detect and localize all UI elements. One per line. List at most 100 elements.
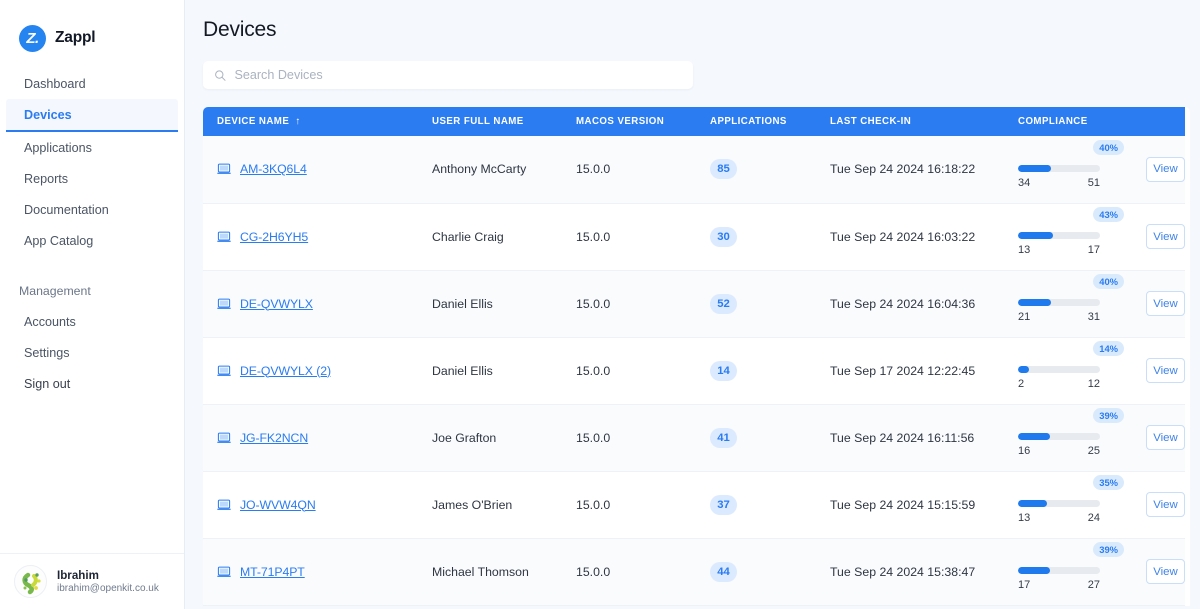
compliance-progress-track [1018,500,1100,507]
column-header-compliance[interactable]: COMPLIANCE [1004,107,1132,136]
user-profile[interactable]: Ibrahim ibrahim@openkit.co.uk [0,553,184,609]
table-row[interactable]: AM-3KQ6L4Anthony McCarty15.0.085Tue Sep … [203,136,1185,203]
applications-badge: 44 [710,562,737,582]
cell-last-check-in: Tue Sep 24 2024 16:03:22 [816,203,1004,270]
sort-ascending-icon[interactable]: ↑ [295,116,300,127]
user-name: Ibrahim [57,569,159,582]
compliance-max: 17 [1088,244,1100,256]
cell-user-full-name: Michael Thomson [418,538,562,605]
compliance-counts: 2 12 [1018,378,1100,390]
table-row[interactable]: DE-QVWYLXDaniel Ellis15.0.052Tue Sep 24 … [203,270,1185,337]
applications-badge: 30 [710,227,737,247]
cell-compliance: 14%212 [1004,337,1132,404]
sidebar-item-sign-out[interactable]: Sign out [0,368,184,399]
view-button[interactable]: View [1146,157,1185,182]
cell-compliance: 43% 13 17 [1004,203,1132,270]
cell-device-name: AM-3KQ6L4 [203,136,418,203]
page-title: Devices [185,0,1200,42]
view-button[interactable]: View [1146,425,1185,450]
device-name-link[interactable]: MT-71P4PT [240,565,305,579]
table-row[interactable]: JG-FK2NCNJoe Grafton15.0.041Tue Sep 24 2… [203,404,1185,471]
cell-applications: 37 [696,471,816,538]
brand-name: Zappl [55,29,95,47]
compliance-widget: 43%1317 [1018,217,1128,256]
device-name-link[interactable]: JO-WVW4QN [240,498,316,512]
compliance-progress-fill [1018,232,1053,239]
sidebar-item-devices[interactable]: Devices [6,99,178,132]
compliance-widget: 35%1324 [1018,485,1128,524]
cell-user-full-name: Anthony McCarty [418,136,562,203]
compliance-max: 27 [1088,579,1100,591]
compliance-max: 24 [1088,512,1100,524]
cell-device-name: DE-QVWYLX (2) [203,337,418,404]
compliance-counts: 1625 [1018,445,1100,457]
sidebar-item-app-catalog[interactable]: App Catalog [0,225,184,256]
sidebar-item-reports[interactable]: Reports [0,163,184,194]
view-button[interactable]: View [1146,291,1185,316]
laptop-icon [217,365,231,377]
device-name-link[interactable]: DE-QVWYLX [240,297,313,311]
cell-device-name: JO-WVW4QN [203,471,418,538]
table-row[interactable]: CG-2H6YH5Charlie Craig15.0.030Tue Sep 24… [203,203,1185,270]
compliance-max: 51 [1088,177,1100,189]
view-button[interactable]: View [1146,358,1185,383]
cell-user-full-name: James O'Brien [418,471,562,538]
table-body: AM-3KQ6L4 Anthony McCarty 15.0.0 85 Tue Sep … [203,136,1185,605]
column-header-macos-version[interactable]: MACOS VERSION [562,107,696,136]
view-button[interactable]: View [1146,492,1185,517]
laptop-icon [217,298,231,310]
applications-badge: 85 [710,159,737,179]
compliance-max: 12 [1088,378,1100,390]
cell-device-name: CG-2H6YH5 [203,203,418,270]
table-header-row: DEVICE NAME↑ USER FULL NAME MACOS VERSIO… [203,107,1185,136]
compliance-widget: 39%1727 [1018,552,1128,591]
compliance-min: 2 [1018,378,1024,390]
sidebar-item-accounts[interactable]: Accounts [0,306,184,337]
cell-macos-version: 15.0.0 [562,404,696,471]
cell-compliance: 39%1727 [1004,538,1132,605]
compliance-percent-badge: 43% [1093,207,1124,222]
table-row[interactable]: DE-QVWYLX (2)Daniel Ellis15.0.014Tue Sep… [203,337,1185,404]
compliance-progress-fill [1018,366,1029,373]
compliance-counts: 1727 [1018,579,1100,591]
compliance-counts: 3451 [1018,177,1100,189]
column-header-applications[interactable]: APPLICATIONS [696,107,816,136]
search-area [185,42,1200,89]
cell-actions: View [1132,270,1185,337]
cell-applications: 30 [696,203,816,270]
compliance-counts: 2131 [1018,311,1100,323]
device-name-link[interactable]: DE-QVWYLX (2) [240,364,331,378]
compliance-progress-fill [1018,299,1051,306]
column-header-user-full-name[interactable]: USER FULL NAME [418,107,562,136]
compliance-progress-track [1018,299,1100,306]
applications-badge: 41 [710,428,737,448]
devices-table-wrap: DEVICE NAME↑ USER FULL NAME MACOS VERSIO… [203,107,1190,606]
sidebar-item-dashboard[interactable]: Dashboard [0,68,184,99]
sidebar-item-settings[interactable]: Settings [0,337,184,368]
device-name-link[interactable]: JG-FK2NCN [240,431,308,445]
compliance-min: 13 [1018,244,1030,256]
compliance-percent-badge: 40% [1093,274,1124,289]
applications-badge: 37 [710,495,737,515]
device-name-link[interactable]: AM-3KQ6L4 [240,162,307,176]
compliance-progress-fill [1018,165,1051,172]
compliance-progress-track [1018,567,1100,574]
compliance-widget: 40%2131 [1018,284,1128,323]
search-box[interactable] [203,61,693,89]
table-row[interactable]: MT-71P4PTMichael Thomson15.0.044Tue Sep … [203,538,1185,605]
table-row[interactable]: JO-WVW4QNJames O'Brien15.0.037Tue Sep 24… [203,471,1185,538]
cell-last-check-in: Tue Sep 24 2024 16:18:22 [816,136,1004,203]
view-button[interactable]: View [1146,559,1185,584]
compliance-percent-badge: 39% [1093,408,1124,423]
device-name-link[interactable]: CG-2H6YH5 [240,230,308,244]
compliance-max: 31 [1088,311,1100,323]
column-header-device-name[interactable]: DEVICE NAME↑ [203,107,418,136]
view-button[interactable]: View [1146,224,1185,249]
sidebar-item-applications[interactable]: Applications [0,132,184,163]
devices-table: DEVICE NAME↑ USER FULL NAME MACOS VERSIO… [203,107,1185,606]
search-input[interactable] [234,68,682,82]
sidebar-item-documentation[interactable]: Documentation [0,194,184,225]
column-header-last-check-in[interactable]: LAST CHECK-IN [816,107,1004,136]
brand-logo[interactable]: Z. Zappl [0,0,184,56]
compliance-counts: 13 17 [1018,244,1100,256]
